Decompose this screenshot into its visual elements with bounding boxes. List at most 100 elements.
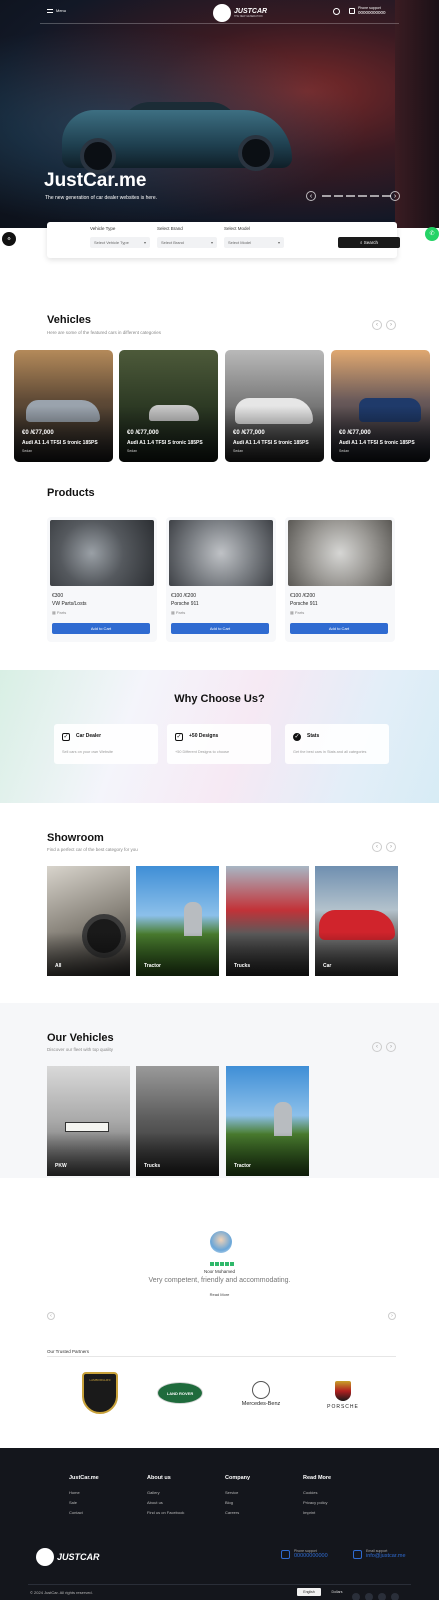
slider-dot[interactable] — [370, 195, 379, 197]
site-footer: JustCar.me Home Sale Contact About us Ga… — [0, 1448, 439, 1600]
rating-stars — [210, 1262, 234, 1266]
currency-selector[interactable]: Dollars — [325, 1588, 349, 1596]
showroom-card[interactable]: Tractor — [136, 866, 219, 976]
add-to-cart-button[interactable]: Add to Cart — [171, 623, 269, 634]
footer-link[interactable]: Find us on Facebook — [147, 1510, 184, 1515]
next-button[interactable]: › — [386, 1042, 396, 1052]
vehicle-card[interactable]: €0 /€77,000 Audi A1 1.4 TFSI S tronic 18… — [14, 350, 113, 462]
our-vehicle-card[interactable]: Trucks — [136, 1066, 219, 1176]
slider-dot[interactable] — [358, 195, 367, 197]
card-overlay — [226, 932, 309, 976]
our-vehicle-card[interactable]: Tractor — [226, 1066, 309, 1176]
vehicle-name: Audi A1 1.4 TFSI S tronic 185PS — [127, 440, 203, 446]
product-price: €100 /€200 — [290, 593, 316, 599]
footer-logo[interactable]: JUSTCAR — [36, 1548, 100, 1566]
footer-link[interactable]: Careers — [225, 1510, 239, 1515]
next-button[interactable]: › — [386, 842, 396, 852]
slider-dot[interactable] — [346, 195, 355, 197]
accessibility-button[interactable]: ⚙ — [2, 232, 16, 246]
star-icon — [230, 1262, 234, 1266]
footer-link[interactable]: Home — [69, 1490, 80, 1495]
search-button-label: Search — [363, 240, 379, 245]
vehicle-card[interactable]: €0 /€77,000 Audi A1 1.4 TFSI S tronic 18… — [119, 350, 218, 462]
hero-next-button[interactable]: › — [390, 191, 400, 201]
showroom-nav: ‹ › — [372, 842, 396, 852]
footer-link[interactable]: Privacy policy — [303, 1500, 327, 1505]
footer-link[interactable]: Service — [225, 1490, 238, 1495]
social-links — [347, 1588, 399, 1600]
phone-icon — [349, 7, 355, 14]
why-card-title: Car Dealer — [76, 733, 102, 739]
hero-subtitle: The new generation of car dealer website… — [45, 195, 158, 201]
product-meta: ▦ Parts — [290, 610, 304, 615]
porsche-logo[interactable]: PORSCHE — [318, 1377, 368, 1413]
showroom-card[interactable]: All — [47, 866, 130, 976]
phone-support[interactable]: Phone support 00000000000 — [349, 6, 386, 15]
header-logo[interactable]: JUSTCAR THE NEW GENERATION — [213, 4, 267, 22]
language-selector[interactable]: English — [297, 1588, 321, 1596]
footer-link[interactable]: Sale — [69, 1500, 77, 1505]
footer-phone[interactable]: Phone support 00000000000 — [281, 1549, 328, 1559]
mercedes-benz-logo[interactable]: Mercedes-Benz — [236, 1378, 286, 1410]
footer-col-title: Read More — [303, 1475, 332, 1481]
footer-col-title: Company — [225, 1475, 251, 1481]
lamborghini-logo[interactable]: LAMBORGHINI — [80, 1371, 120, 1415]
prev-button[interactable]: ‹ — [372, 842, 382, 852]
product-image — [169, 520, 273, 586]
vehicle-price: €0 /€77,000 — [233, 430, 265, 436]
add-to-cart-button[interactable]: Add to Cart — [290, 623, 388, 634]
vehicle-category-label: PKW — [55, 1163, 67, 1169]
search-button[interactable]: ⌕ Search — [338, 237, 400, 248]
add-to-cart-button[interactable]: Add to Cart — [52, 623, 150, 634]
model-value: Select Model — [228, 240, 252, 245]
footer-link[interactable]: Imprint — [303, 1510, 315, 1515]
vehicle-card[interactable]: €0 /€77,000 Audi A1 1.4 TFSI S tronic 18… — [225, 350, 324, 462]
land-rover-oval: LAND ROVER — [157, 1382, 203, 1404]
land-rover-logo[interactable]: LAND ROVER — [157, 1381, 203, 1405]
prev-button[interactable]: ‹ — [372, 1042, 382, 1052]
showroom-label: Car — [323, 963, 332, 969]
footer-link[interactable]: Gallery — [147, 1490, 160, 1495]
menu-button[interactable]: Menu — [47, 8, 66, 13]
next-button[interactable]: › — [386, 320, 396, 330]
brand-tagline: THE NEW GENERATION — [234, 15, 263, 18]
brand-select[interactable]: Select Brand ▾ — [157, 237, 217, 248]
currency-label: Dollars — [331, 1590, 343, 1594]
our-vehicle-card[interactable]: PKW — [47, 1066, 130, 1176]
showroom-card[interactable]: Trucks — [226, 866, 309, 976]
youtube-icon[interactable] — [391, 1593, 399, 1600]
read-more-link[interactable]: Read More — [0, 1292, 439, 1297]
hero-slider-dots[interactable] — [322, 195, 391, 197]
slider-dot[interactable] — [334, 195, 343, 197]
testimonial-next-button[interactable]: › — [388, 1312, 396, 1320]
product-name: Porsche 911 — [290, 601, 318, 607]
footer-link[interactable]: Contact — [69, 1510, 83, 1515]
vehicle-card[interactable]: €0 /€77,000 Audi A1 1.4 TFSI S tronic 18… — [331, 350, 430, 462]
footer-link[interactable]: Cookies — [303, 1490, 317, 1495]
menu-label: Menu — [56, 8, 67, 13]
footer-link[interactable]: About us — [147, 1500, 163, 1505]
why-title: Why Choose Us? — [174, 693, 265, 705]
model-select[interactable]: Select Model ▾ — [224, 237, 284, 248]
hero-prev-button[interactable]: ‹ — [306, 191, 316, 201]
product-card[interactable]: €300 VW Parts/Losts ▦ Parts Add to Cart — [47, 517, 157, 642]
vehicle-meta: Sedan — [339, 449, 350, 453]
footer-link[interactable]: Blog — [225, 1500, 233, 1505]
star-icon — [220, 1262, 224, 1266]
prev-button[interactable]: ‹ — [372, 320, 382, 330]
twitter-icon[interactable] — [378, 1593, 386, 1600]
mail-icon — [353, 1549, 362, 1559]
product-card[interactable]: €100 /€200 Porsche 911 ▦ Parts Add to Ca… — [166, 517, 276, 642]
product-card[interactable]: €100 /€200 Porsche 911 ▦ Parts Add to Ca… — [285, 517, 395, 642]
facebook-icon[interactable] — [352, 1593, 360, 1600]
instagram-icon[interactable] — [365, 1593, 373, 1600]
user-icon[interactable] — [333, 8, 340, 15]
slider-dot[interactable] — [322, 195, 331, 197]
footer-col-title: About us — [147, 1475, 171, 1481]
card-overlay — [226, 1132, 309, 1176]
showroom-card[interactable]: Car — [315, 866, 398, 976]
vehicle-type-select[interactable]: Select Vehicle Type ▾ — [90, 237, 150, 248]
testimonial-prev-button[interactable]: ‹ — [47, 1312, 55, 1320]
whatsapp-button[interactable]: ✆ — [425, 227, 439, 241]
footer-email[interactable]: Email support info@justcar.me — [353, 1549, 406, 1559]
